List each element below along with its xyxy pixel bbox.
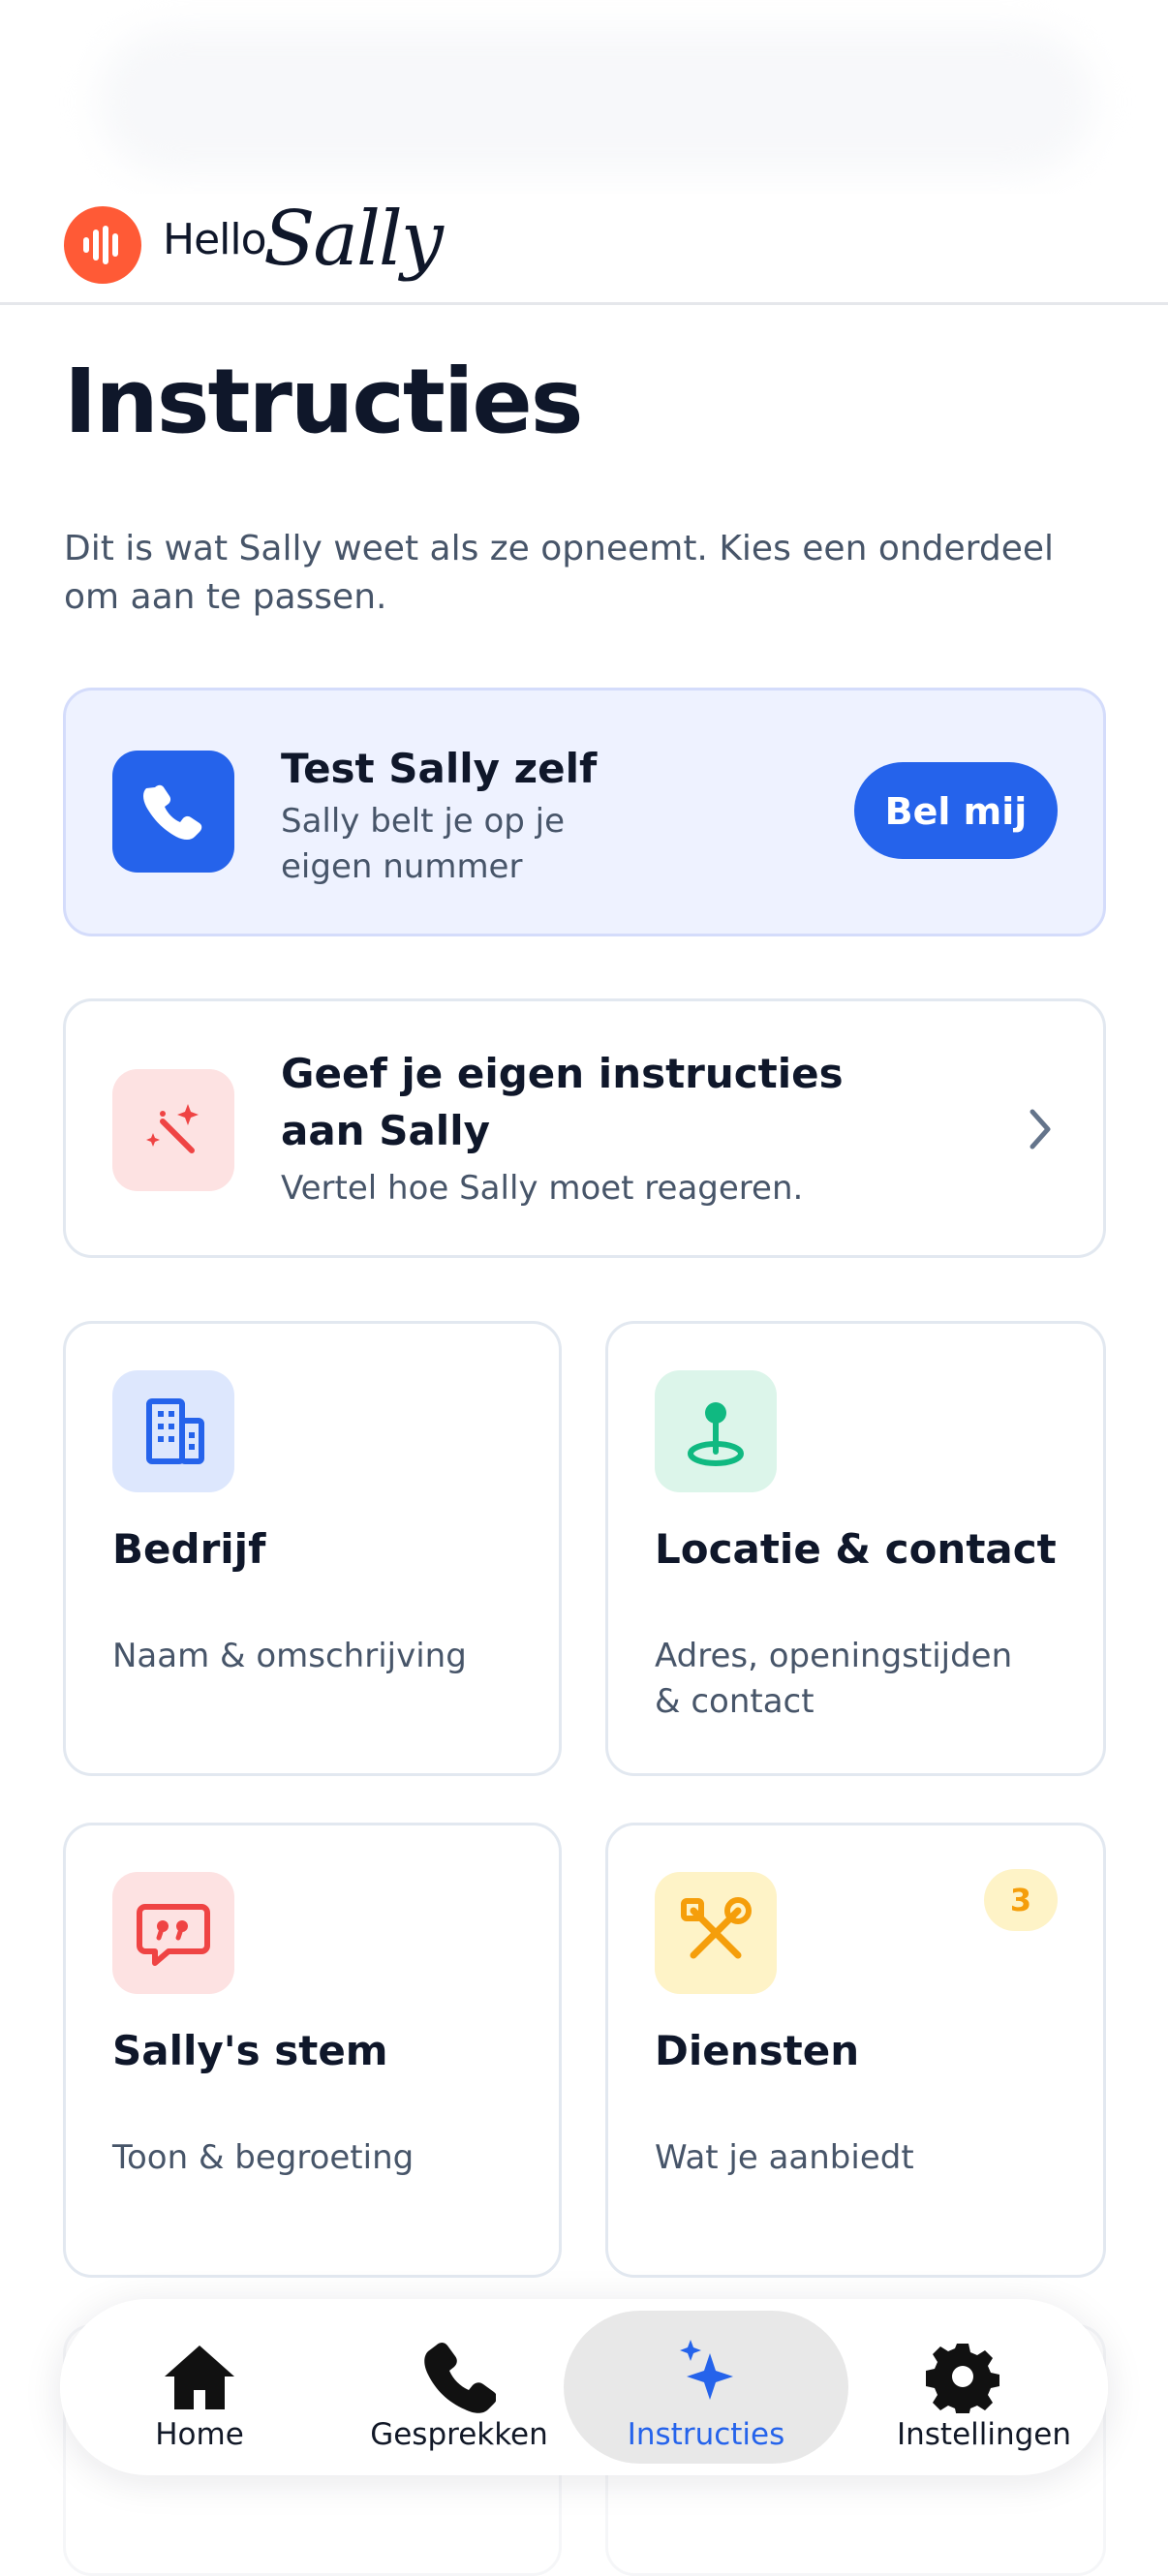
tab-instellingen[interactable]: Instellingen bbox=[858, 2311, 1110, 2464]
section-sub-locatie-2: & contact bbox=[655, 1682, 815, 1721]
section-title-locatie: Locatie & contact bbox=[655, 1525, 1057, 1573]
section-title-stem: Sally's stem bbox=[112, 2027, 388, 2074]
tools-icon bbox=[655, 1872, 777, 1994]
tab-label-home: Home bbox=[155, 2417, 244, 2452]
test-card-subtitle-1: Sally belt je op je bbox=[281, 802, 566, 841]
phone-icon bbox=[112, 751, 234, 873]
page-title: Instructies bbox=[64, 350, 584, 453]
location-pin-icon bbox=[655, 1370, 777, 1492]
section-title-diensten: Diensten bbox=[655, 2027, 860, 2074]
custom-card-title-1: Geef je eigen instructies bbox=[281, 1050, 844, 1097]
section-card-bedrijf[interactable]: Bedrijf Naam & omschrijving bbox=[63, 1321, 562, 1776]
magic-wand-icon bbox=[112, 1069, 234, 1191]
section-card-locatie[interactable]: Locatie & contact Adres, openingstijden … bbox=[605, 1321, 1106, 1776]
building-icon bbox=[112, 1370, 234, 1492]
custom-instructions-card[interactable]: Geef je eigen instructies aan Sally Vert… bbox=[63, 998, 1106, 1258]
chevron-right-icon bbox=[1030, 1109, 1051, 1150]
logo-text-sally: Sally bbox=[263, 196, 444, 283]
count-badge: 3 bbox=[984, 1869, 1058, 1931]
tab-instructies[interactable]: Instructies bbox=[564, 2311, 848, 2464]
logo-text-hello: Hello bbox=[163, 215, 267, 264]
custom-card-subtitle: Vertel hoe Sally moet reageren. bbox=[281, 1169, 804, 1208]
test-card-subtitle-2: eigen nummer bbox=[281, 847, 523, 886]
gear-icon bbox=[926, 2344, 999, 2413]
logo-icon bbox=[64, 206, 141, 284]
home-icon bbox=[165, 2346, 234, 2409]
bottom-tab-bar: Home Gesprekken Instructies Instellingen bbox=[60, 2299, 1108, 2475]
app-header: Hello Sally bbox=[0, 194, 1168, 305]
custom-card-title-2: aan Sally bbox=[281, 1107, 490, 1154]
sparkles-icon bbox=[680, 2340, 733, 2400]
tab-label-instructies: Instructies bbox=[627, 2417, 785, 2452]
section-sub-locatie-1: Adres, openingstijden bbox=[655, 1637, 1013, 1675]
tab-label-instellingen: Instellingen bbox=[896, 2417, 1072, 2452]
quote-bubble-icon bbox=[112, 1872, 234, 1994]
section-card-stem[interactable]: Sally's stem Toon & begroeting bbox=[63, 1823, 562, 2278]
phone-icon bbox=[424, 2343, 496, 2413]
section-title-bedrijf: Bedrijf bbox=[112, 1525, 266, 1573]
call-me-button[interactable]: Bel mij bbox=[854, 762, 1058, 859]
section-sub-bedrijf: Naam & omschrijving bbox=[112, 1637, 467, 1675]
section-sub-stem: Toon & begroeting bbox=[112, 2138, 415, 2177]
section-sub-diensten: Wat je aanbiedt bbox=[655, 2138, 914, 2177]
test-card-title: Test Sally zelf bbox=[281, 745, 598, 792]
page-intro: Dit is wat Sally weet als ze opneemt. Ki… bbox=[64, 529, 1054, 617]
status-bar bbox=[97, 29, 1094, 174]
tab-gesprekken[interactable]: Gesprekken bbox=[333, 2311, 585, 2464]
tab-label-gesprekken: Gesprekken bbox=[370, 2417, 548, 2452]
tab-home[interactable]: Home bbox=[74, 2311, 325, 2464]
